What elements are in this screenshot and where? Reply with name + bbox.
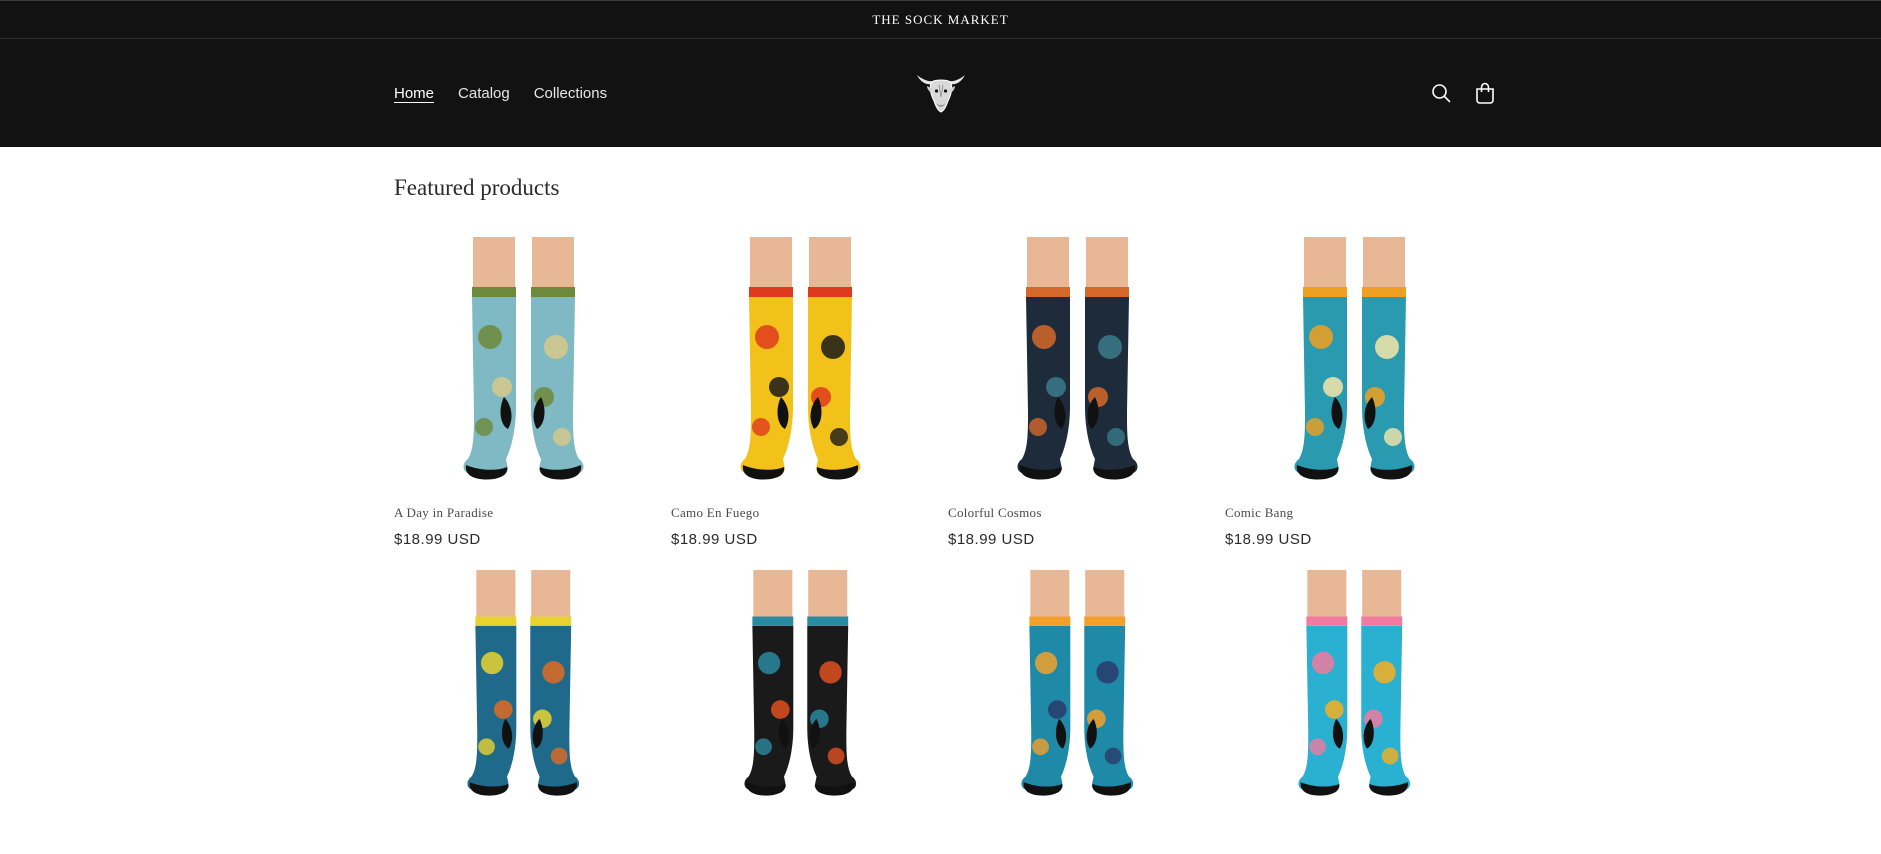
announcement-bar: THE SOCK MARKET [0,0,1881,39]
product-card[interactable] [1225,570,1478,810]
main-nav: Home Catalog Collections [394,39,607,147]
search-icon[interactable] [1430,82,1452,104]
header-actions [1430,39,1496,147]
product-image[interactable] [1225,237,1478,495]
product-image[interactable] [671,570,924,810]
product-image[interactable] [394,570,647,810]
product-grid: A Day in Paradise $18.99 USD Camo En Fuego… [394,237,1478,810]
product-image[interactable] [671,237,924,495]
product-card[interactable] [671,570,924,810]
section-title: Featured products [394,175,560,200]
cart-icon[interactable] [1474,82,1496,104]
nav-home-link[interactable]: Home [394,85,434,102]
product-card[interactable]: Comic Bang $18.99 USD [1225,237,1478,548]
nav-catalog-link[interactable]: Catalog [458,85,510,102]
product-image[interactable] [394,237,647,495]
product-image[interactable] [1225,570,1478,810]
product-price: $18.99 USD [948,531,1035,548]
product-price: $18.99 USD [394,531,481,548]
product-card[interactable]: A Day in Paradise $18.99 USD [394,237,647,548]
product-card[interactable]: Colorful Cosmos $18.99 USD [948,237,1201,548]
site-header: Home Catalog Collections [0,39,1881,147]
product-name[interactable]: Camo En Fuego [671,505,924,521]
product-price: $18.99 USD [1225,531,1312,548]
nav-collections-link[interactable]: Collections [534,85,607,102]
product-card[interactable]: Camo En Fuego $18.99 USD [671,237,924,548]
product-card[interactable] [948,570,1201,810]
product-price: $18.99 USD [671,531,758,548]
product-name[interactable]: A Day in Paradise [394,505,647,521]
product-image[interactable] [948,237,1201,495]
product-card[interactable] [394,570,647,810]
product-image[interactable] [948,570,1201,810]
bull-head-icon[interactable] [915,65,967,117]
product-name[interactable]: Comic Bang [1225,505,1478,521]
announcement-text: THE SOCK MARKET [872,11,1009,27]
product-name[interactable]: Colorful Cosmos [948,505,1201,521]
